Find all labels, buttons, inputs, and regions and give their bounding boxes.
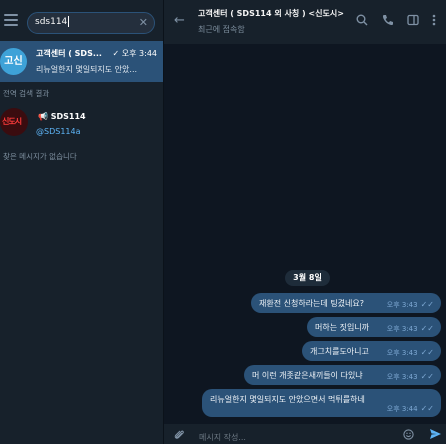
double-check-icon: ✓✓ — [420, 372, 434, 381]
avatar: 신도시 — [0, 108, 28, 136]
message-bubble[interactable]: 개그치를도아니고 오후 3:43 ✓✓ — [302, 341, 441, 361]
sidebar: sds114 ✕ 고신 고객센터 ( SDS... ✓ 오후 3:44 리뉴얼한… — [0, 0, 164, 444]
chat-header: ← 고객센터 ( SDS114 외 사칭 ) <신도시> 최근에 접속함 — [164, 0, 446, 44]
arrow-left-icon[interactable]: ← — [174, 13, 185, 28]
double-check-icon: ✓✓ — [420, 348, 434, 357]
no-messages-found-label: 찾은 메시지가 없습니다 — [3, 152, 77, 161]
message-text: 리뉴얼한지 몇일되지도 안았으면서 먹튀를하네 — [210, 395, 365, 404]
chat-header-status: 최근에 접속함 — [198, 25, 245, 34]
double-check-icon: ✓✓ — [420, 300, 434, 309]
message-composer: 메시지 작성... — [164, 424, 446, 444]
avatar-logo: 신도시 — [2, 117, 22, 126]
sidebar-toggle-icon[interactable] — [407, 14, 419, 29]
message-text: 개그치를도아니고 — [310, 347, 369, 356]
global-search-heading: 전역 검색 결과 — [3, 89, 50, 98]
search-icon[interactable] — [356, 14, 368, 29]
phone-icon[interactable] — [382, 14, 394, 29]
close-icon[interactable]: ✕ — [139, 16, 148, 29]
message-time: 오후 3:43 ✓✓ — [386, 324, 434, 333]
search-input[interactable]: sds114 ✕ — [27, 12, 155, 34]
chat-title: 고객센터 ( SDS... — [36, 49, 102, 58]
message-time: 오후 3:43 ✓✓ — [386, 372, 434, 381]
message-time: 오후 3:43 ✓✓ — [386, 348, 434, 357]
message-bubble[interactable]: 리뉴얼한지 몇일되지도 안았으면서 먹튀를하네 오후 3:44 ✓✓ — [202, 389, 441, 417]
message-time: 오후 3:44 ✓✓ — [386, 404, 434, 413]
message-input[interactable]: 메시지 작성... — [199, 432, 246, 443]
date-divider: 3월 8일 — [285, 270, 330, 286]
global-result-item[interactable]: 신도시 📢 SDS114 @SDS114a — [0, 104, 163, 144]
menu-icon[interactable] — [4, 14, 18, 26]
more-vertical-icon[interactable] — [432, 14, 436, 29]
message-text: 머 이런 개좃같은새끼들이 다있냐 — [252, 371, 363, 380]
message-bubble[interactable]: 머하는 짓입니까 오후 3:43 ✓✓ — [307, 317, 441, 337]
emoji-icon[interactable] — [403, 429, 414, 443]
double-check-icon: ✓✓ — [420, 324, 434, 333]
message-time: 오후 3:43 ✓✓ — [386, 300, 434, 309]
avatar: 고신 — [0, 48, 27, 75]
chat-preview: 리뉴얼한지 몇일되지도 안았... — [36, 65, 138, 74]
chat-list-item[interactable]: 고신 고객센터 ( SDS... ✓ 오후 3:44 리뉴얼한지 몇일되지도 안… — [0, 41, 163, 82]
channel-name: 📢 SDS114 — [38, 112, 86, 121]
message-text: 재환전 신청하라는데 팅겼네요? — [259, 299, 365, 308]
search-input-value[interactable]: sds114 — [35, 16, 70, 27]
message-text: 머하는 짓입니까 — [315, 323, 370, 332]
chat-time: ✓ 오후 3:44 — [112, 49, 157, 58]
read-check-icon: ✓ — [112, 49, 120, 58]
message-bubble[interactable]: 머 이런 개좃같은새끼들이 다있냐 오후 3:43 ✓✓ — [244, 365, 441, 385]
double-check-icon: ✓✓ — [420, 404, 434, 413]
chat-header-title[interactable]: 고객센터 ( SDS114 외 사칭 ) <신도시> — [198, 8, 344, 19]
paperclip-icon[interactable] — [174, 429, 185, 444]
message-bubble[interactable]: 재환전 신청하라는데 팅겼네요? 오후 3:43 ✓✓ — [251, 293, 441, 313]
sidebar-top-bar: sds114 ✕ — [0, 0, 163, 44]
channel-username: @SDS114a — [36, 127, 81, 136]
send-icon[interactable] — [429, 428, 442, 444]
